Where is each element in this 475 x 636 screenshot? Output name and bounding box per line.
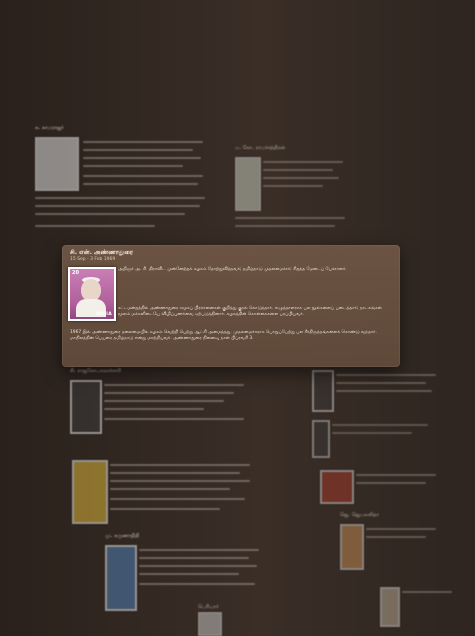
- focused-card-summary: அறிஞர் அ. சி. திராவிட முன்னேற்றக் கழகம் …: [118, 267, 347, 272]
- profile-photo: [198, 612, 222, 636]
- stamp-face: [81, 279, 101, 301]
- profile-name: பெரியார்: [198, 604, 219, 610]
- profile-photo: [35, 137, 79, 191]
- stamp-country: INDIA: [96, 312, 112, 317]
- profile-photo: [380, 587, 400, 627]
- profile-photo: [72, 460, 108, 524]
- profile-photo: [320, 470, 354, 504]
- profile-name: மு. கருணாநிதி: [105, 533, 140, 539]
- focused-card-name: சி. என். அண்ணாதுரை: [70, 249, 133, 256]
- profile-name: ம. கோ. ராமச்சந்திரன்: [235, 145, 286, 151]
- profile-card[interactable]: [320, 470, 440, 510]
- profile-card[interactable]: [72, 448, 262, 524]
- profile-card[interactable]: மு. கருணாநிதி: [105, 533, 275, 613]
- focused-profile-card[interactable]: சி. என். அண்ணாதுரை 15 Sep - 3 Feb 1969 2…: [62, 245, 400, 367]
- postage-stamp-image[interactable]: 20 INDIA: [68, 267, 116, 321]
- focused-card-paragraph: சட்டமன்றத்தில் அண்ணாதுரை சமூகப் பிரச்சனை…: [118, 306, 382, 318]
- focused-card-dates: 15 Sep - 3 Feb 1969: [70, 257, 116, 262]
- profile-card[interactable]: சி. ராஜகோபாலாச்சாரி: [70, 368, 260, 438]
- profile-card[interactable]: ம. கோ. ராமச்சந்திரன்: [235, 145, 355, 240]
- profile-card[interactable]: ஜெ. ஜெயலலிதா: [340, 512, 450, 572]
- profile-card[interactable]: [312, 370, 442, 412]
- profile-photo: [235, 157, 261, 211]
- wall-stage: க. காமராஜர் ம. கோ. ராமச்சந்திரன் சி. ராஜ…: [0, 0, 475, 636]
- profile-photo: [105, 545, 137, 611]
- timeline-wall[interactable]: க. காமராஜர் ம. கோ. ராமச்சந்திரன் சி. ராஜ…: [0, 0, 475, 636]
- profile-card[interactable]: [380, 575, 460, 630]
- profile-name: சி. ராஜகோபாலாச்சாரி: [70, 368, 122, 374]
- profile-card[interactable]: பெரியார்: [198, 604, 308, 636]
- stamp-value: 20: [72, 270, 79, 276]
- profile-photo: [312, 420, 330, 458]
- profile-name: க. காமராஜர்: [35, 125, 64, 131]
- profile-photo: [70, 380, 102, 434]
- profile-photo: [312, 370, 334, 412]
- profile-photo: [340, 524, 364, 570]
- profile-card[interactable]: க. காமராஜர்: [35, 125, 215, 235]
- focused-card-paragraph: 1967 இல் அண்ணாதுரை தலைமையில் கழகம் வெற்ற…: [70, 330, 377, 342]
- profile-card[interactable]: [312, 420, 442, 460]
- stamp-portrait: 20 INDIA: [70, 269, 114, 319]
- profile-name: ஜெ. ஜெயலலிதா: [340, 512, 380, 518]
